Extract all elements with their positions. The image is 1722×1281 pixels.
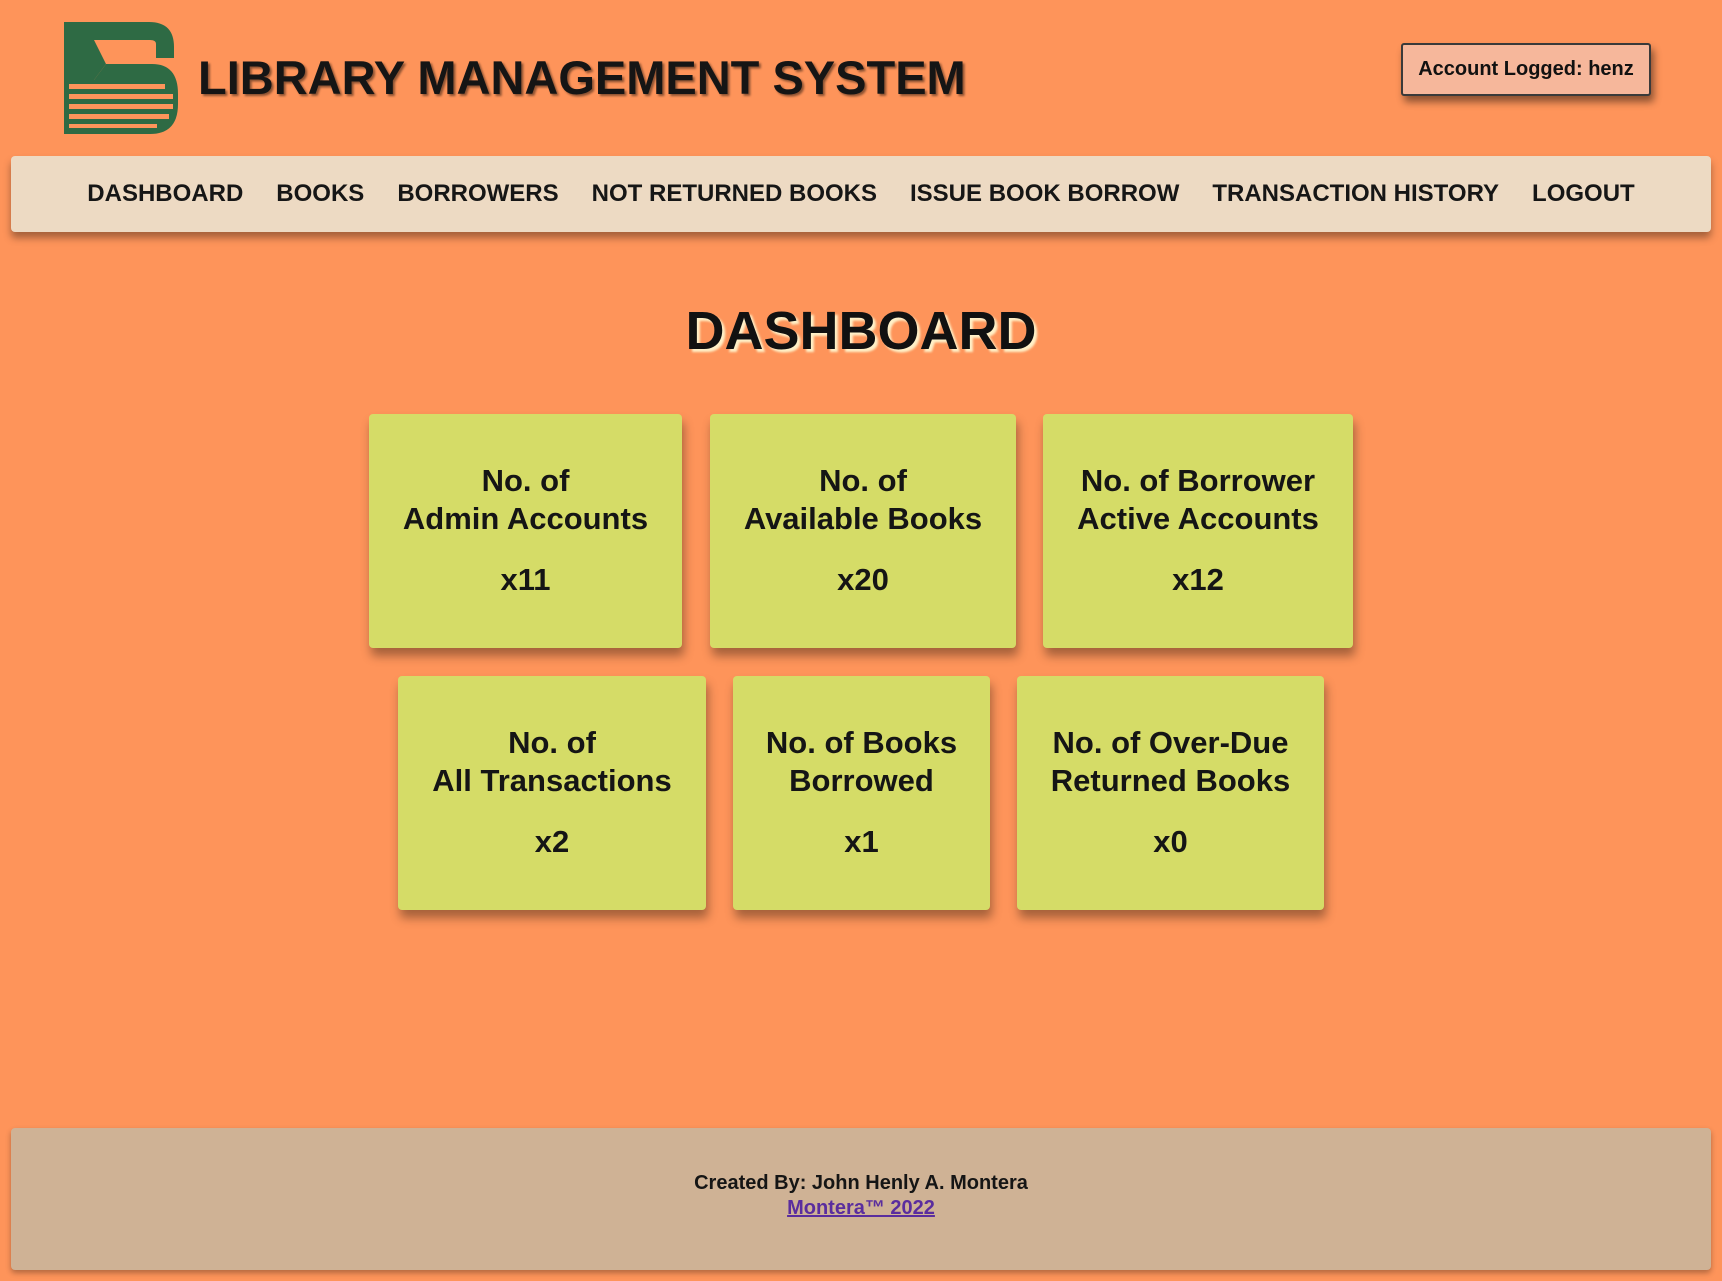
main-navbar: DASHBOARD BOOKS BORROWERS NOT RETURNED B… <box>11 156 1711 232</box>
footer-credit: Created By: John Henly A. Montera <box>694 1172 1028 1194</box>
stat-card-value: x20 <box>837 562 889 597</box>
app-title: LIBRARY MANAGEMENT SYSTEM <box>198 51 966 104</box>
footer-copyright-link[interactable]: Montera™ 2022 <box>787 1197 935 1219</box>
stat-card-value: x0 <box>1153 824 1188 859</box>
stat-card-label: No. of Admin Accounts <box>402 463 649 536</box>
stat-card-value: x11 <box>500 562 551 597</box>
stat-card-available-books: No. of Available Books x20 <box>710 414 1016 648</box>
stat-card-label: No. of Books Borrowed <box>765 725 958 798</box>
nav-item-transaction-history[interactable]: TRANSACTION HISTORY <box>1212 180 1499 208</box>
page-footer: Created By: John Henly A. Montera Monter… <box>11 1128 1711 1270</box>
nav-item-logout[interactable]: LOGOUT <box>1532 180 1635 208</box>
stat-card-value: x2 <box>534 824 570 859</box>
library-logo-icon <box>64 22 178 134</box>
stat-card-borrower-active-accounts: No. of Borrower Active Accounts x12 <box>1043 414 1353 648</box>
stat-card-label: No. of Borrower Active Accounts <box>1077 463 1319 536</box>
stat-card-label: No. of Available Books <box>743 463 983 536</box>
nav-item-borrowers[interactable]: BORROWERS <box>397 180 558 208</box>
nav-item-books[interactable]: BOOKS <box>276 180 364 208</box>
nav-item-dashboard[interactable]: DASHBOARD <box>87 180 243 208</box>
stat-card-admin-accounts: No. of Admin Accounts x11 <box>369 414 682 648</box>
nav-item-issue-book-borrow[interactable]: ISSUE BOOK BORROW <box>910 180 1179 208</box>
account-logged-badge: Account Logged: henz <box>1401 43 1651 96</box>
stat-card-value: x1 <box>844 824 879 859</box>
stat-card-label: No. of Over-Due Returned Books <box>1050 725 1291 798</box>
stat-card-label: No. of All Transactions <box>432 725 672 798</box>
stat-card-books-borrowed: No. of Books Borrowed x1 <box>733 676 990 910</box>
stat-card-over-due-returned-books: No. of Over-Due Returned Books x0 <box>1017 676 1324 910</box>
nav-item-not-returned-books[interactable]: NOT RETURNED BOOKS <box>592 180 877 208</box>
page-title: DASHBOARD <box>685 301 1037 361</box>
stat-card-all-transactions: No. of All Transactions x2 <box>398 676 706 910</box>
stat-card-value: x12 <box>1172 562 1224 597</box>
